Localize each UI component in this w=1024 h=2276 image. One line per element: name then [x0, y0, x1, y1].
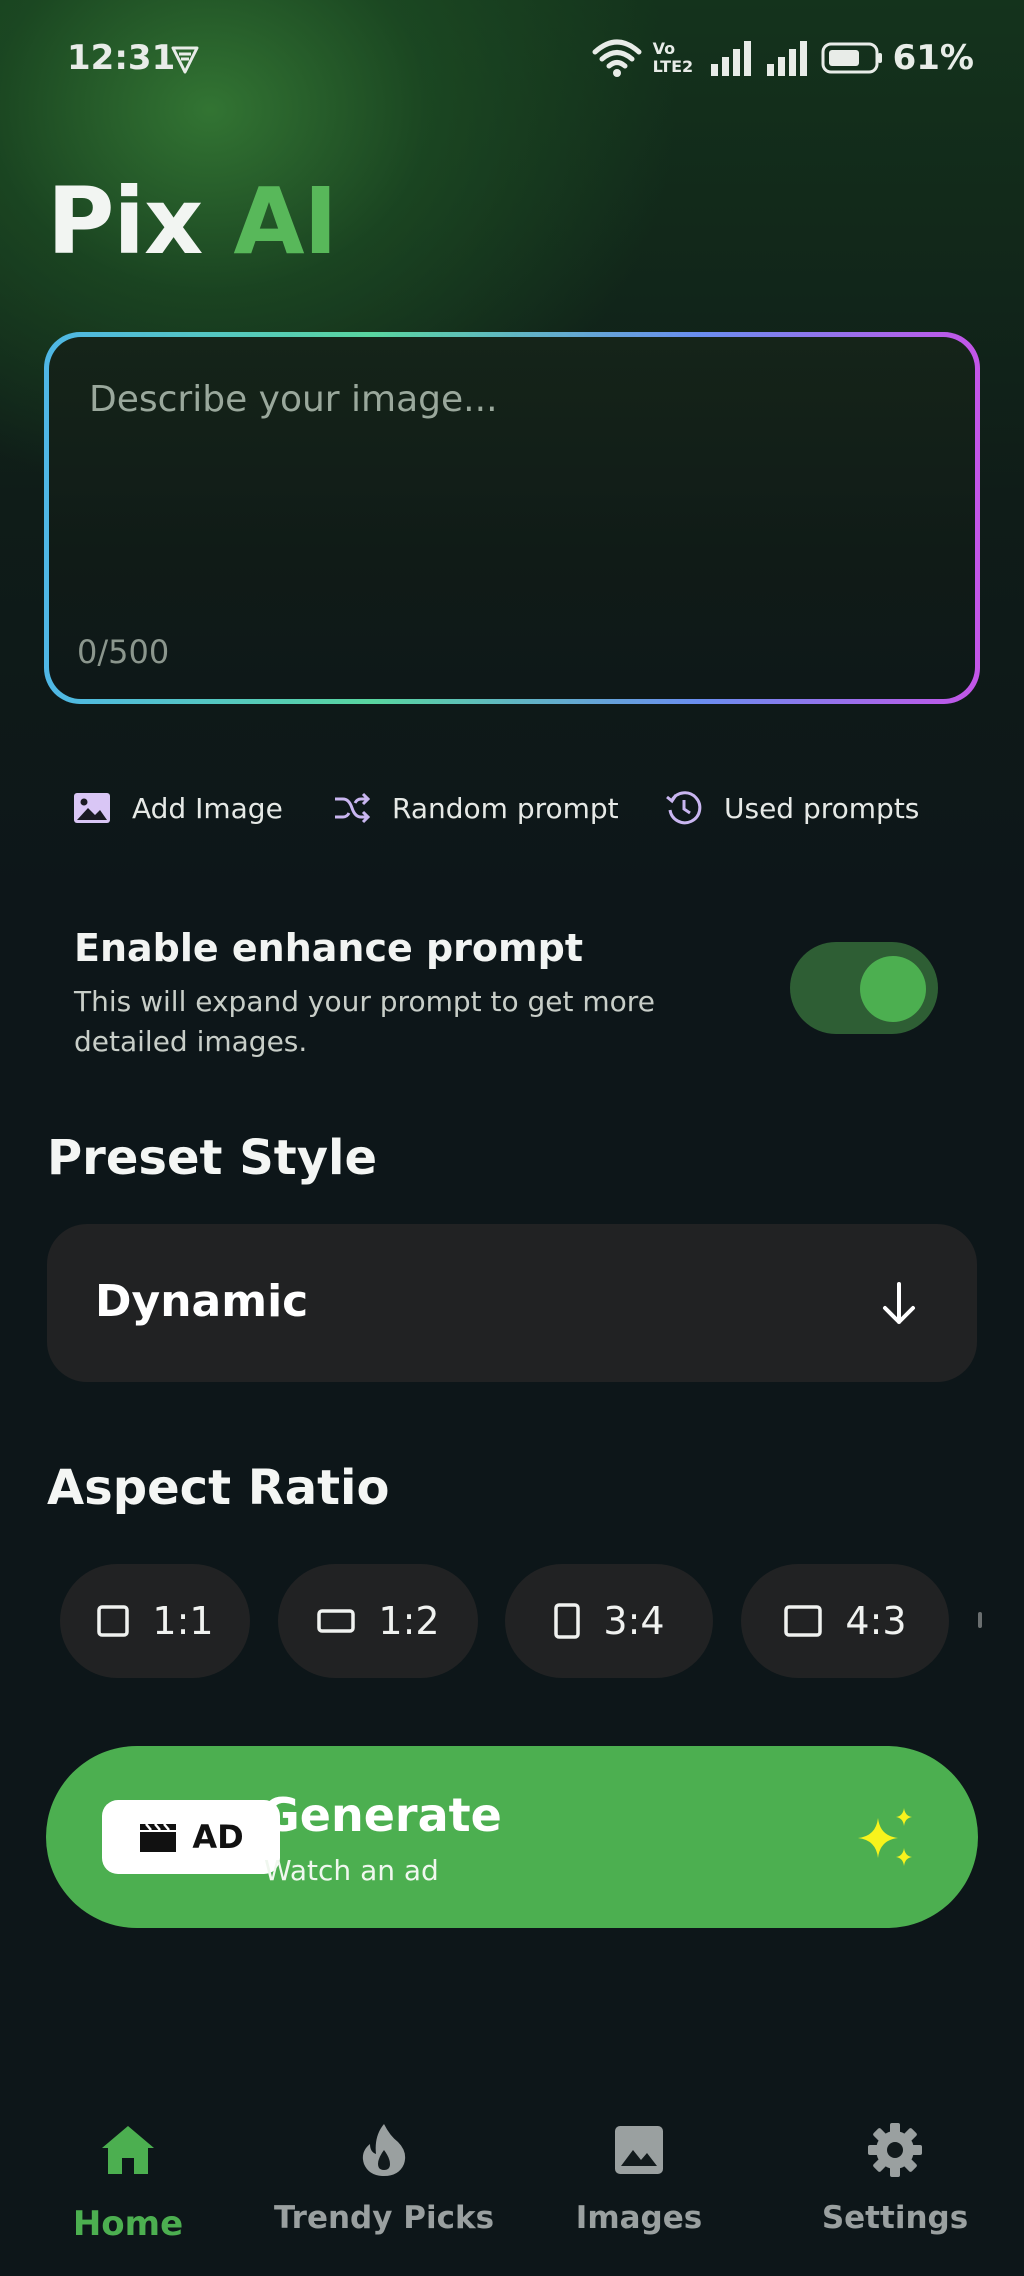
- app-title: Pix AI: [47, 168, 338, 275]
- aspect-ratio-heading: Aspect Ratio: [47, 1460, 390, 1516]
- more-ratios-indicator: [978, 1612, 982, 1628]
- preset-style-dropdown[interactable]: Dynamic: [47, 1224, 977, 1382]
- ratio-chip-1-1[interactable]: 1:1: [60, 1564, 250, 1678]
- bottom-navigation: Home Trendy Picks Images Settings: [0, 2100, 1024, 2276]
- flame-icon: [362, 2124, 406, 2176]
- home-icon: [102, 2126, 154, 2174]
- ad-badge-label: AD: [192, 1818, 244, 1856]
- ratio-label: 1:1: [152, 1599, 214, 1643]
- portrait-rect-icon: [554, 1603, 581, 1639]
- nav-settings-label: Settings: [821, 2200, 969, 2236]
- add-image-label: Add Image: [132, 791, 283, 825]
- status-bar: 12:31 Vo LTE2 61%: [0, 0, 1024, 120]
- enhance-toggle[interactable]: [790, 942, 938, 1034]
- battery-icon: [821, 42, 882, 74]
- landscape-rect-icon: [317, 1609, 356, 1633]
- random-prompt-label: Random prompt: [392, 791, 619, 825]
- preset-style-heading: Preset Style: [47, 1130, 377, 1186]
- volte-indicator: Vo LTE2: [653, 40, 699, 76]
- app-title-part2: AI: [233, 168, 337, 275]
- prompt-actions: Add Image Random prompt Used prompts: [72, 780, 972, 836]
- battery-percent: 61%: [892, 38, 974, 78]
- nav-trendy-picks-label: Trendy Picks: [273, 2200, 495, 2236]
- enhance-description: This will expand your prompt to get more…: [74, 985, 655, 1058]
- preset-style-value: Dynamic: [95, 1276, 309, 1327]
- prompt-box: 0/500: [44, 332, 980, 704]
- history-icon: [666, 791, 702, 825]
- char-counter: 0/500: [77, 633, 170, 671]
- generate-subtitle: Watch an ad: [264, 1854, 439, 1887]
- nav-settings[interactable]: Settings: [775, 2120, 1015, 2260]
- ratio-label: 1:2: [378, 1599, 440, 1643]
- landscape-rect-icon: [784, 1605, 823, 1637]
- wifi-icon: [592, 39, 642, 77]
- status-icons: Vo LTE2 61%: [591, 34, 974, 82]
- shuffle-icon: [335, 792, 371, 824]
- vpn-shield-icon: [171, 46, 199, 74]
- signal-icon-2: [766, 41, 807, 76]
- gear-icon: [868, 2123, 922, 2177]
- toggle-knob: [860, 956, 926, 1022]
- prompt-input[interactable]: [89, 379, 929, 579]
- clapperboard-icon: [140, 1823, 177, 1852]
- ratio-chip-4-3[interactable]: 4:3: [741, 1564, 949, 1678]
- enhance-title: Enable enhance prompt: [74, 926, 583, 970]
- nav-images-label: Images: [575, 2200, 703, 2236]
- app-title-part1: Pix: [47, 168, 203, 275]
- ad-badge: AD: [102, 1800, 280, 1874]
- arrow-down-icon: [883, 1282, 915, 1324]
- nav-home-label: Home: [72, 2204, 184, 2244]
- generate-title: Generate: [262, 1788, 502, 1842]
- prompt-box-inner: 0/500: [49, 337, 975, 699]
- nav-images[interactable]: Images: [519, 2120, 759, 2260]
- ratio-chip-1-2[interactable]: 1:2: [278, 1564, 478, 1678]
- image-icon: [74, 793, 110, 823]
- add-image-button[interactable]: Add Image: [72, 780, 283, 836]
- volte-line2: LTE2: [652, 57, 694, 76]
- random-prompt-button[interactable]: Random prompt: [332, 780, 619, 836]
- square-icon: [97, 1605, 130, 1637]
- volte-line1: Vo: [652, 39, 676, 58]
- status-time: 12:31: [67, 38, 176, 78]
- ratio-label: 3:4: [603, 1599, 665, 1643]
- image-icon: [615, 2126, 663, 2174]
- used-prompts-button[interactable]: Used prompts: [664, 780, 919, 836]
- used-prompts-label: Used prompts: [724, 791, 920, 825]
- sparkle-icon: [858, 1808, 912, 1866]
- nav-trendy-picks[interactable]: Trendy Picks: [264, 2120, 504, 2260]
- ratio-chip-3-4[interactable]: 3:4: [505, 1564, 713, 1678]
- aspect-ratio-options: 1:1 1:2 3:4 4:3: [60, 1564, 1024, 1680]
- ratio-label: 4:3: [845, 1599, 907, 1643]
- nav-home[interactable]: Home: [8, 2120, 248, 2260]
- signal-icon: [710, 41, 751, 76]
- generate-button[interactable]: AD Generate Watch an ad: [46, 1746, 978, 1928]
